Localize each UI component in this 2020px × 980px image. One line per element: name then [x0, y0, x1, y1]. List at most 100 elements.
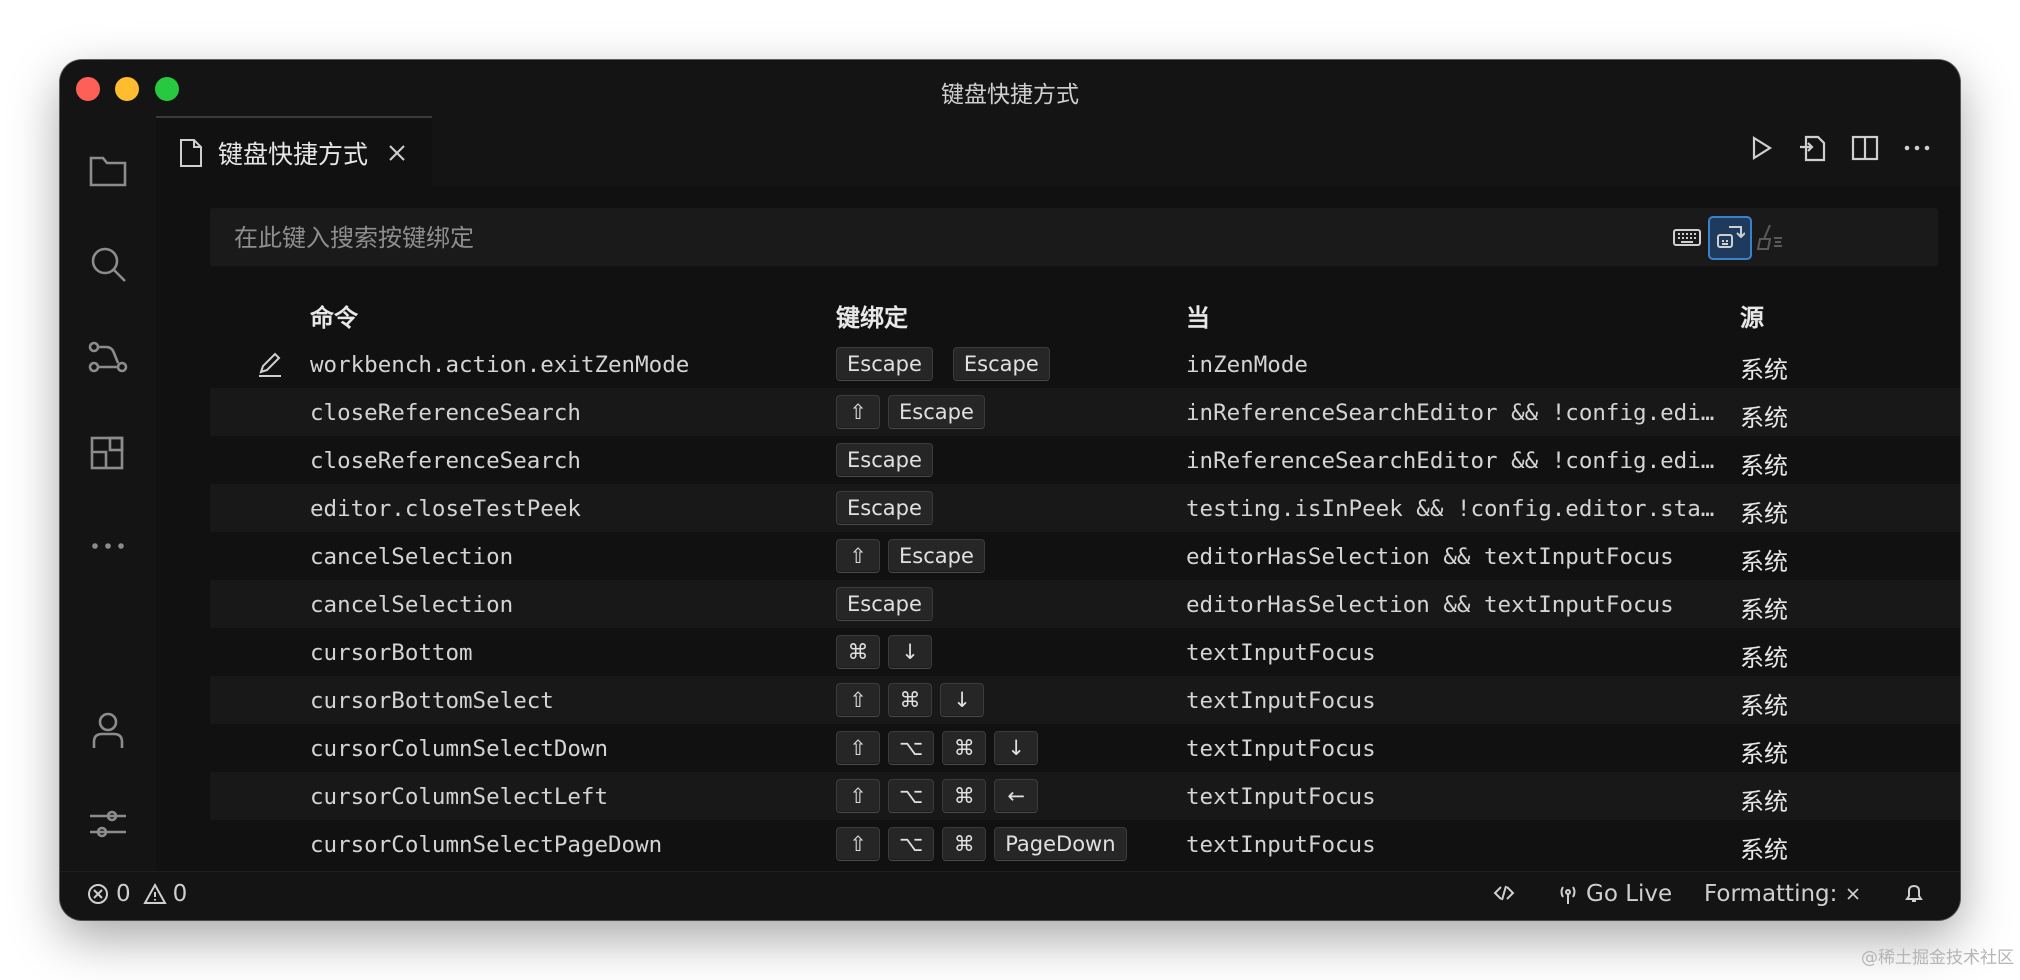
command-cell: cursorBottom	[310, 640, 473, 666]
sort-by-precedence-icon[interactable]	[1708, 216, 1752, 260]
key-cap: ⌥	[888, 779, 935, 813]
activity-bar	[60, 116, 156, 872]
key-cap: ↓	[940, 683, 984, 717]
when-cell: inReferenceSearchEditor && !config.edito…	[1186, 448, 1724, 474]
watermark: @稀土掘金技术社区	[1861, 948, 2014, 968]
table-row[interactable]: workbench.action.exitZenMode Escape Escape…	[210, 340, 1960, 388]
key-cap: ⇧	[836, 683, 880, 717]
command-cell: cursorColumnSelectDown	[310, 736, 609, 762]
table-row[interactable]: cursorColumnSelectDown ⇧ ⌥ ⌘ ↓ textInputFocus…	[210, 724, 1960, 772]
open-json-icon[interactable]	[1798, 132, 1828, 164]
tab-keyboard-shortcuts[interactable]: 键盘快捷方式	[156, 116, 432, 188]
window-title: 键盘快捷方式	[941, 82, 1079, 108]
source-cell: 系统	[1740, 740, 1788, 768]
key-cap: Escape	[836, 491, 933, 525]
command-cell: workbench.action.exitZenMode	[310, 352, 690, 378]
file-icon	[180, 139, 202, 167]
command-cell: cursorColumnSelectLeft	[310, 784, 609, 810]
table-row[interactable]: cancelSelection Escape editorHasSelection …	[210, 580, 1960, 628]
accounts-icon[interactable]	[84, 706, 132, 754]
keybinding-cell: ⇧ ⌥ ⌘ ↓	[836, 731, 1039, 765]
keybinding-cell: ⇧ ⌥ ⌘ PageDown	[836, 827, 1127, 861]
source-cell: 系统	[1740, 452, 1788, 480]
command-cell: editor.closeTestPeek	[310, 496, 581, 522]
keybinding-cell: Escape	[836, 491, 933, 525]
problems-status[interactable]: 0 0	[86, 881, 187, 907]
search-box	[210, 208, 1938, 266]
more-icon[interactable]	[84, 522, 132, 570]
table-row[interactable]: cursorColumnSelectPageDown ⇧ ⌥ ⌘ PageDown tex…	[210, 820, 1960, 868]
vscode-window: 键盘快捷方式 键盘快捷方式 在此键入搜索按键绑定 命令 键绑定 当 源 work…	[60, 60, 1960, 920]
when-cell: textInputFocus	[1186, 784, 1376, 810]
column-header-command[interactable]: 命令	[310, 298, 358, 333]
close-icon[interactable]	[386, 142, 408, 164]
table-row[interactable]: cursorColumnSelectLeft ⇧ ⌥ ⌘ ← textInputFocus…	[210, 772, 1960, 820]
key-cap: Escape	[952, 347, 1050, 381]
keybinding-cell: Escape	[836, 443, 933, 477]
source-control-icon[interactable]	[84, 334, 132, 382]
when-cell: editorHasSelection && textInputFocus	[1186, 592, 1674, 618]
table-row[interactable]: editor.closeTestPeek Escape testing.isInPe…	[210, 484, 1960, 532]
keybinding-search-input[interactable]	[232, 220, 1436, 256]
command-cell: closeReferenceSearch	[310, 448, 581, 474]
column-header-keybinding[interactable]: 键绑定	[836, 298, 908, 333]
column-header-source[interactable]: 源	[1740, 298, 1764, 333]
when-cell: textInputFocus	[1186, 832, 1376, 858]
key-cap: ⌘	[888, 683, 932, 717]
table-row[interactable]: cursorBottomSelect ⇧ ⌘ ↓ textInputFocus 系统	[210, 676, 1960, 724]
key-cap: ⌘	[942, 731, 987, 765]
key-cap: Escape	[888, 539, 985, 573]
key-cap: ⇧	[836, 827, 880, 861]
table-row[interactable]: cancelSelection ⇧ Escape editorHasSelection…	[210, 532, 1960, 580]
when-cell: inZenMode	[1186, 352, 1308, 378]
source-cell: 系统	[1740, 788, 1788, 816]
remote-icon[interactable]	[1492, 881, 1516, 905]
key-cap: ↓	[888, 635, 932, 669]
notifications-bell-icon[interactable]	[1902, 881, 1926, 905]
search-icon[interactable]	[84, 240, 132, 288]
command-cell: cancelSelection	[310, 592, 514, 618]
keybinding-cell: ⇧ Escape	[836, 539, 985, 573]
go-live-button[interactable]: Go Live	[1556, 881, 1672, 907]
table-row[interactable]: closeReferenceSearch ⇧ Escape inReferenceSe…	[210, 388, 1960, 436]
record-keys-icon[interactable]	[1666, 216, 1708, 258]
extensions-icon[interactable]	[84, 428, 132, 476]
keybindings-editor: 命令 键绑定 当 源 workbench.action.exitZenMode E…	[156, 186, 1960, 872]
split-editor-icon[interactable]	[1850, 132, 1880, 164]
keybinding-cell: ⇧ ⌘ ↓	[836, 683, 984, 717]
formatting-status[interactable]: Formatting:	[1704, 881, 1863, 907]
key-cap: ⌥	[888, 731, 935, 765]
command-cell: cursorColumnSelectPageDown	[310, 832, 663, 858]
column-header-when[interactable]: 当	[1186, 298, 1210, 333]
clear-input-icon[interactable]	[1750, 216, 1792, 258]
manage-icon[interactable]	[84, 800, 132, 848]
source-cell: 系统	[1740, 596, 1788, 624]
source-cell: 系统	[1740, 692, 1788, 720]
key-cap: ⌥	[888, 827, 935, 861]
key-cap: Escape	[836, 443, 933, 477]
edit-keybinding-icon[interactable]	[256, 350, 284, 378]
key-cap: ⇧	[836, 395, 880, 429]
keybindings-table: 命令 键绑定 当 源 workbench.action.exitZenMode E…	[210, 284, 1960, 868]
explorer-icon[interactable]	[84, 146, 132, 194]
title-bar: 键盘快捷方式	[60, 60, 1960, 116]
key-cap: ⌘	[942, 779, 987, 813]
when-cell: editorHasSelection && textInputFocus	[1186, 544, 1674, 570]
source-cell: 系统	[1740, 356, 1788, 384]
broadcast-icon	[1560, 886, 1576, 904]
command-cell: cancelSelection	[310, 544, 514, 570]
run-icon[interactable]	[1746, 132, 1776, 164]
table-row[interactable]: cursorBottom ⌘ ↓ textInputFocus 系统	[210, 628, 1960, 676]
table-body: workbench.action.exitZenMode Escape Escape…	[210, 340, 1960, 868]
table-row[interactable]: closeReferenceSearch Escape inReferenceSea…	[210, 436, 1960, 484]
formatting-label: Formatting:	[1704, 881, 1838, 907]
warning-icon	[142, 882, 167, 904]
keybinding-cell: Escape	[836, 587, 933, 621]
source-cell: 系统	[1740, 548, 1788, 576]
key-cap: Escape	[836, 587, 933, 621]
table-header: 命令 键绑定 当 源	[210, 284, 1960, 340]
more-actions-icon[interactable]	[1902, 132, 1932, 164]
tab-label: 键盘快捷方式	[218, 140, 369, 169]
key-cap: ⌘	[942, 827, 987, 861]
key-cap: PageDown	[994, 827, 1127, 861]
